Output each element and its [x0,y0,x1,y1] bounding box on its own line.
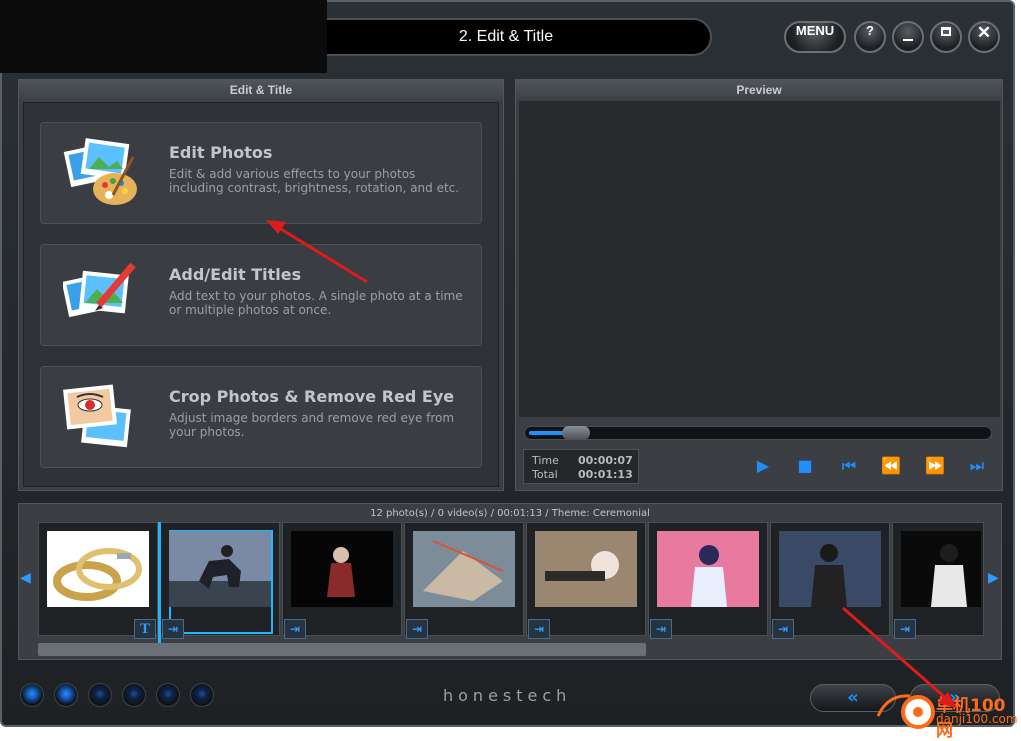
preview-screen [519,101,1000,417]
transition-icon: ⇥ [411,622,423,636]
edit-photos-option[interactable]: Edit Photos Edit & add various effects t… [40,122,482,224]
seek-progress [529,431,566,435]
thumbnail-mech-battle [413,531,515,607]
transition-button[interactable]: ⇥ [894,619,916,639]
minimize-button[interactable] [892,21,924,53]
skip-start-button[interactable]: ⏮ [838,456,860,476]
play-icon: ▶ [756,456,770,475]
help-button[interactable]: ? [854,21,886,53]
time-value: 00:00:07 [578,454,633,467]
thumbnail-pink-girl [657,531,759,607]
step-title: 2. Edit & Title [300,18,712,56]
thumbnail-wedding-rings [47,531,149,607]
step-indicator [190,683,214,707]
thumbnail-girl-office [779,531,881,607]
transition-icon: ⇥ [289,622,301,636]
transition-icon: ⇥ [167,622,179,636]
step-indicator [88,683,112,707]
triangle-right-icon: ▶ [988,570,999,586]
transition-button[interactable]: ⇥ [284,619,306,639]
title-text-button[interactable]: T [134,619,156,639]
minimize-icon [903,39,913,41]
strip-scrollbar[interactable] [38,643,646,656]
seek-handle[interactable] [562,426,590,440]
insert-cursor [158,522,161,644]
fast-forward-button[interactable]: ⏩ [924,456,946,476]
step-indicator [156,683,180,707]
step-indicator [20,683,44,707]
text-t-icon: T [139,621,150,637]
close-button[interactable]: ✕ [968,21,1000,53]
option-description: Add text to your photos. A single photo … [169,289,463,317]
seek-slider[interactable] [524,426,992,440]
panel-header: Preview [516,80,1002,101]
stop-icon: ■ [797,456,813,475]
maximize-icon [941,27,951,36]
step-indicator [122,683,146,707]
photo-palette-icon [63,138,137,205]
step-indicator [54,683,78,707]
red-eye-photo-icon [63,384,131,448]
rewind-button[interactable]: ⏪ [880,456,902,476]
panel-header: Edit & Title [19,80,503,101]
option-description: Edit & add various effects to your photo… [169,167,460,195]
transition-button[interactable]: ⇥ [650,619,672,639]
transition-icon: ⇥ [655,622,667,636]
add-edit-titles-option[interactable]: Add/Edit Titles Add text to your photos.… [40,244,482,346]
close-icon: ✕ [976,23,992,42]
option-title: Crop Photos & Remove Red Eye [169,387,455,406]
strip-scroll-left[interactable]: ◀ [20,570,31,586]
transition-button[interactable]: ⇥ [406,619,428,639]
thumbnail-girl-standing [901,531,981,607]
skip-forward-icon: ⏭ [969,456,985,475]
total-value: 00:01:13 [578,468,633,481]
rewind-icon: ⏪ [881,456,901,475]
thumbnail-gunner-girl [535,531,637,607]
transition-icon: ⇥ [533,622,545,636]
crop-red-eye-option[interactable]: Crop Photos & Remove Red Eye Adjust imag… [40,366,482,468]
option-title: Edit Photos [169,143,273,162]
skip-end-button[interactable]: ⏭ [966,456,988,476]
transition-button[interactable]: ⇥ [528,619,550,639]
transition-button[interactable]: ⇥ [162,619,184,639]
photo-pencil-icon [63,262,136,318]
maximize-button[interactable] [930,21,962,53]
skip-back-icon: ⏮ [841,456,857,475]
option-title: Add/Edit Titles [169,265,302,284]
time-display: Time 00:00:07 Total 00:01:13 [523,449,639,484]
thumbnail-rider-on-horse [169,531,271,607]
thumbnail-character-dark [291,531,393,607]
occluded-region [0,0,327,73]
stop-button[interactable]: ■ [794,456,816,476]
strip-info: 12 photo(s) / 0 video(s) / 00:01:13 / Th… [370,508,650,519]
strip-scroll-right[interactable]: ▶ [988,570,999,586]
play-button[interactable]: ▶ [752,456,774,476]
fast-forward-icon: ⏩ [925,456,945,475]
transition-icon: ⇥ [777,622,789,636]
watermark-url: danji100.com [936,712,1018,726]
menu-button[interactable]: MENU [784,21,846,53]
option-description: Adjust image borders and remove red eye … [169,411,455,439]
total-label: Total [532,468,558,481]
triangle-left-icon: ◀ [20,570,31,586]
time-label: Time [532,454,559,467]
transition-icon: ⇥ [899,622,911,636]
transition-button[interactable]: ⇥ [772,619,794,639]
brand-logo: honestech [443,686,572,705]
double-chevron-left-icon: « [847,687,859,708]
